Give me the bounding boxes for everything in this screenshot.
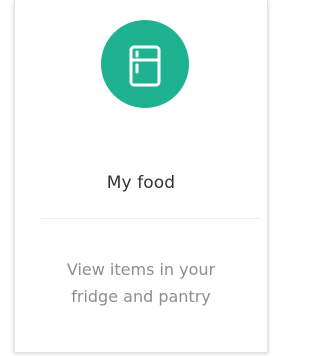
divider — [41, 218, 261, 219]
fridge-icon-circle — [101, 20, 189, 108]
description-line-1: View items in your — [66, 260, 216, 279]
description-line-2: fridge and pantry — [71, 287, 211, 306]
fridge-icon — [129, 45, 161, 87]
card-description: View items in your fridge and pantry — [15, 256, 267, 310]
card-title: My food — [106, 173, 176, 193]
my-food-card[interactable]: My food View items in your fridge and pa… — [14, 0, 268, 353]
